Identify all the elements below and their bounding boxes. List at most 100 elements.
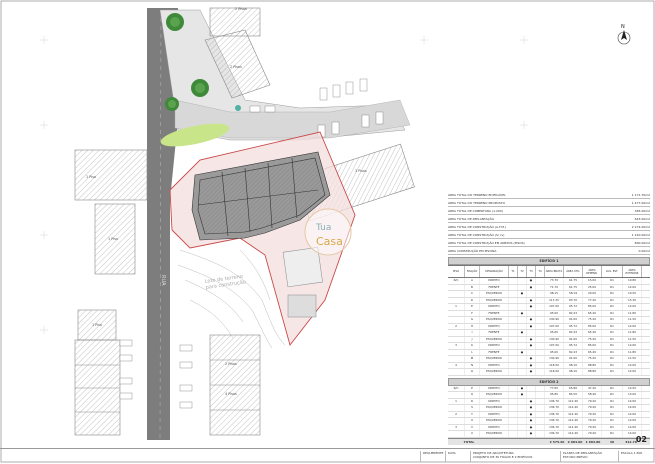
table-cell bbox=[536, 336, 545, 342]
table-row: O ESQUERDO ● 118.00 98.10 88.80 R1 12.00 bbox=[448, 369, 650, 376]
table-cell bbox=[509, 405, 518, 411]
table-cell bbox=[518, 405, 527, 411]
table-cell: 95.00 bbox=[545, 310, 564, 316]
summary-value: 1 171.70m2 bbox=[631, 192, 650, 197]
table-cell: ● bbox=[527, 398, 536, 404]
table-cell: R/C bbox=[448, 385, 465, 391]
table-cell bbox=[527, 330, 536, 336]
table-cell: 14.00 bbox=[623, 418, 642, 424]
table-cell: R1 bbox=[602, 304, 623, 310]
table-cell: 65.40 bbox=[583, 330, 602, 336]
table-cell: U bbox=[465, 418, 480, 424]
table-cell bbox=[448, 330, 465, 336]
table-cell: I bbox=[465, 330, 480, 336]
title-block: REQUERENTE DATA PROJETO DE ARQUITETURA C… bbox=[0, 435, 655, 464]
table-cell: H bbox=[465, 323, 480, 329]
column-header: T4 bbox=[536, 266, 545, 277]
table-cell: 75.20 bbox=[583, 317, 602, 323]
table-cell bbox=[509, 418, 518, 424]
summary-value: 643.00m2 bbox=[634, 216, 650, 221]
summary-label: ÁREA TOTAL DO TERRENO EDIFICÁVEL bbox=[448, 192, 506, 197]
table-cell bbox=[518, 278, 527, 284]
table-cell: X bbox=[465, 431, 480, 437]
table-cell bbox=[509, 330, 518, 336]
table-cell: 65.80 bbox=[564, 385, 583, 391]
table-cell: FRENTE bbox=[480, 310, 509, 316]
table-cell bbox=[509, 349, 518, 355]
table-cell: R1 bbox=[602, 362, 623, 368]
table-cell: ● bbox=[527, 411, 536, 417]
table-cell bbox=[518, 317, 527, 323]
table-cell: 91.00 bbox=[564, 356, 583, 362]
table-cell: J bbox=[465, 336, 480, 342]
column-header: ÁREA EXTERIOR bbox=[623, 266, 642, 277]
table-cell bbox=[536, 405, 545, 411]
building-label: 2 Pisos bbox=[225, 362, 237, 366]
table-cell bbox=[536, 278, 545, 284]
table-cell: 98.10 bbox=[564, 369, 583, 375]
table-cell: S bbox=[465, 405, 480, 411]
summary-row: ÁREA TOTAL DE CONSTRUÇÃO EM ANEXOS (PISO… bbox=[448, 239, 650, 247]
table-cell bbox=[518, 369, 527, 375]
table-cell: 77.65 bbox=[545, 385, 564, 391]
table-cell: ● bbox=[518, 349, 527, 355]
column-header: ÁREA DEPEND. bbox=[583, 266, 602, 277]
table-cell: 79.20 bbox=[583, 405, 602, 411]
table-cell: ● bbox=[518, 291, 527, 297]
table-cell: ● bbox=[527, 405, 536, 411]
column-header: T3 bbox=[527, 266, 536, 277]
table-cell: 10.50 bbox=[623, 291, 642, 297]
table-cell: R1 bbox=[602, 356, 623, 362]
table-cell: R1 bbox=[602, 411, 623, 417]
table-cell: 65.40 bbox=[583, 310, 602, 316]
table-cell: V bbox=[465, 424, 480, 430]
summary-value: 2 274.00m2 bbox=[631, 224, 650, 229]
table-cell: 12.00 bbox=[623, 284, 642, 290]
table-cell: R1 bbox=[602, 424, 623, 430]
table-cell: R1 bbox=[602, 330, 623, 336]
table-cell: 14.00 bbox=[623, 411, 642, 417]
table-cell: 11.80 bbox=[623, 349, 642, 355]
table-cell: 95.00 bbox=[545, 330, 564, 336]
table-cell: 13.00 bbox=[623, 392, 642, 398]
table-cell: 130.90 bbox=[545, 356, 564, 362]
table-cell bbox=[518, 356, 527, 362]
table-cell bbox=[536, 310, 545, 316]
summary-label: ÁREA TOTAL DE COBERTURA (1.200) bbox=[448, 208, 503, 213]
table-cell: 12.00 bbox=[623, 343, 642, 349]
sheet-number: 02 bbox=[635, 435, 647, 444]
table-cell: 58.40 bbox=[583, 392, 602, 398]
table-cell: 107.00 bbox=[545, 323, 564, 329]
table-cell: R1 bbox=[602, 418, 623, 424]
table-cell: R1 bbox=[602, 349, 623, 355]
summary-label: ÁREA TOTAL DE CONSTRUÇÃO EM ANEXOS (PISO… bbox=[448, 240, 525, 245]
table-cell bbox=[448, 392, 465, 398]
table-cell bbox=[518, 284, 527, 290]
table-cell bbox=[518, 343, 527, 349]
table-cell: 79.20 bbox=[583, 418, 602, 424]
table-cell: R/C bbox=[448, 278, 465, 284]
table-cell bbox=[509, 392, 518, 398]
building-label: 2 Pisos bbox=[230, 65, 242, 69]
table-cell: 12.00 bbox=[623, 362, 642, 368]
summary-value: 1 210.00m2 bbox=[631, 232, 650, 237]
building-label: 1 Piso bbox=[92, 323, 102, 327]
table-cell bbox=[509, 398, 518, 404]
summary-label: ÁREA TOTAL DO TERRENO PROPOSTO bbox=[448, 200, 506, 205]
table-cell: 79.20 bbox=[583, 398, 602, 404]
table-cell: O bbox=[465, 369, 480, 375]
table-cell bbox=[509, 356, 518, 362]
table-cell bbox=[536, 411, 545, 417]
table-cell bbox=[509, 304, 518, 310]
table-cell: 88.80 bbox=[583, 362, 602, 368]
summary-row: ÁREA TOTAL DE IMPLANTAÇÃO 643.00m2 bbox=[448, 215, 650, 223]
table-cell: 117.25 bbox=[545, 297, 564, 303]
table-cell: ● bbox=[518, 385, 527, 391]
table-cell: 12.00 bbox=[623, 304, 642, 310]
table-cell bbox=[509, 284, 518, 290]
total-value: 2 084.00 bbox=[567, 439, 583, 444]
block2-rows: R/C P DIREITO ● 77.65 65.80 47.20 R1 12.50 Q ESQUE… bbox=[448, 385, 650, 438]
table-cell: ● bbox=[527, 304, 536, 310]
column-header: ÁREA ÚTIL bbox=[564, 266, 583, 277]
table-cell: 112.40 bbox=[564, 424, 583, 430]
